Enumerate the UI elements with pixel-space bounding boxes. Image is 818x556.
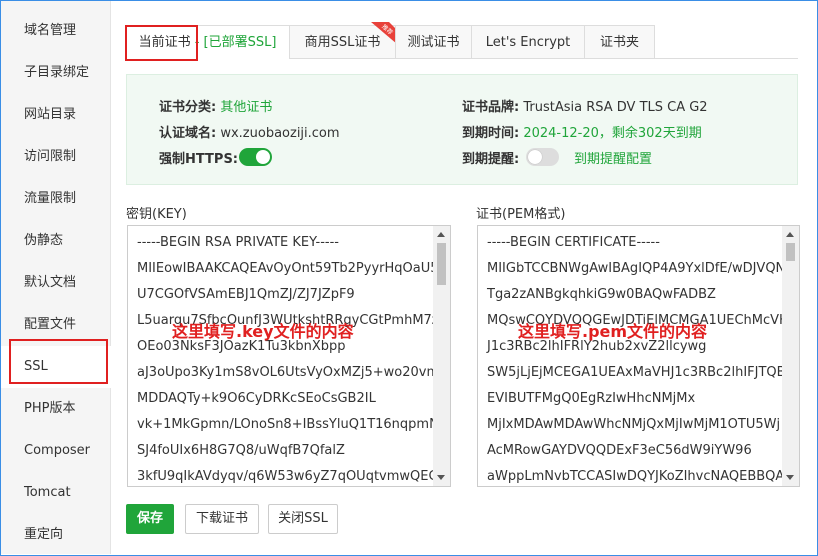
key-textarea[interactable]: -----BEGIN RSA PRIVATE KEY----- MIIEowIB… [127,225,451,487]
cert-instruction-note: 这里填写.pem文件的内容 [518,322,708,341]
sidebar-item-traffic-limit[interactable]: 流量限制 [1,178,110,220]
key-line: MDDAQTy+k9O6CyDRKcSEoCsGB2IL [137,391,376,406]
key-line: 3kfU9qIkAVdyqv/q6W53w6yZ7qOUqtvmwQEGi [137,469,443,484]
tab-current-status: [已部署SSL] [203,35,277,50]
cert-line: MjIxMDAwMDAwWhcNMjQxMjIwMjM1OTU5Wj [487,417,781,432]
cert-label: 证书(PEM格式) [476,207,566,222]
cert-line: aWppLmNvbTCCASIwDQYJKoZIhvcNAQEBBQAD [487,469,795,484]
sidebar-item-subdir[interactable]: 子目录绑定 [1,52,110,94]
sidebar-item-composer[interactable]: Composer [1,430,110,472]
cert-line: Tga2zANBgkqhkiG9w0BAQwFADBZ [487,287,716,302]
force-https-label: 强制HTTPS: [159,152,239,167]
key-scrollbar[interactable] [433,226,450,486]
download-cert-button[interactable]: 下载证书 [185,504,259,534]
expire-remind-row: 到期提醒: [462,148,519,167]
cert-brand-row: 证书品牌: TrustAsia RSA DV TLS CA G2 [462,96,708,115]
sidebar-item-php[interactable]: PHP版本 [1,388,110,430]
expire-remind-config-link[interactable]: 到期提醒配置 [574,148,652,167]
key-line: U7CGOfVSAmEBJ1QmZJ/ZJ7JZpF9 [137,287,355,302]
sidebar-item-site-dir[interactable]: 网站目录 [1,94,110,136]
sidebar-item-domain[interactable]: 域名管理 [1,10,110,52]
cert-type-row: 证书分类: 其他证书 [159,96,272,115]
cert-scrollbar[interactable] [782,226,799,486]
sidebar-item-redirect[interactable]: 重定向 [1,514,110,556]
cert-expire-row: 到期时间: 2024-12-20，剩余302天到期 [462,122,702,141]
recommend-badge-icon: 推荐 [371,22,397,44]
cert-brand-label: 证书品牌: [462,100,520,115]
sidebar-item-rewrite[interactable]: 伪静态 [1,220,110,262]
sidebar: 域名管理 子目录绑定 网站目录 访问限制 流量限制 伪静态 默认文档 配置文件 … [1,1,111,554]
close-ssl-button[interactable]: 关闭SSL [268,504,338,534]
cert-domain-label: 认证域名: [159,126,217,141]
scroll-up-icon[interactable] [786,232,794,237]
key-instruction-note: 这里填写.key文件的内容 [172,322,354,341]
cert-domain-value: wx.zuobaoziji.com [220,126,340,141]
cert-brand-value: TrustAsia RSA DV TLS CA G2 [523,100,708,115]
toggle-knob [256,150,270,164]
cert-line: EVIBUTFMgQ0EgRzIwHhcNMjMx [487,391,696,406]
cert-line: SW5jLjEjMCEGA1UEAxMaVHJ1c3RBc2lhIFJTQB [487,365,786,380]
current-cert-highlight-box [125,25,198,61]
cert-info-panel: 证书分类: 其他证书 证书品牌: TrustAsia RSA DV TLS CA… [126,74,798,185]
tab-test-cert[interactable]: 测试证书 [395,25,472,59]
scroll-down-icon[interactable] [786,475,794,480]
tab-commercial-ssl[interactable]: 商用SSL证书 推荐 [289,22,397,59]
scroll-thumb[interactable] [786,243,795,261]
cert-line: AcMRowGAYDVQQDExF3eC56dW9iYW96 [487,443,752,458]
force-https-row: 强制HTTPS: [159,148,238,167]
cert-type-value: 其他证书 [220,100,273,115]
cert-textarea[interactable]: -----BEGIN CERTIFICATE----- MIIGbTCCBNWg… [477,225,800,487]
sidebar-item-default-doc[interactable]: 默认文档 [1,262,110,304]
key-line: MIIEowIBAAKCAQEAvOyOnt59Tb2PyyrHqOaU5 [137,261,439,276]
key-line: -----BEGIN RSA PRIVATE KEY----- [137,235,339,250]
sidebar-item-access-limit[interactable]: 访问限制 [1,136,110,178]
tab-cert-folder[interactable]: 证书夹 [584,25,655,59]
scroll-up-icon[interactable] [437,232,445,237]
key-line: SJ4foUIx6H8G7Q8/uWqfB7QfalZ [137,443,345,458]
cert-line: MIIGbTCCBNWgAwIBAgIQP4A9YxlDfE/wDJVQN [487,261,786,276]
sidebar-item-tomcat[interactable]: Tomcat [1,472,110,514]
tab-letsencrypt[interactable]: Let's Encrypt [471,25,585,59]
toggle-knob [528,150,542,164]
scroll-down-icon[interactable] [437,475,445,480]
force-https-toggle[interactable] [239,148,272,166]
ssl-highlight-box [9,339,108,384]
cert-domain-row: 认证域名: wx.zuobaoziji.com [159,122,340,141]
expire-remind-label: 到期提醒: [462,152,520,167]
expire-remind-toggle[interactable] [526,148,559,166]
key-line: aJ3oUpo3Ky1mS8vOL6UtsVyOxMZj5+wo20vm [137,365,440,380]
cert-line: -----BEGIN CERTIFICATE----- [487,235,660,250]
save-button[interactable]: 保存 [126,504,174,534]
cert-type-label: 证书分类: [159,100,217,115]
cert-expire-label: 到期时间: [462,126,520,141]
key-line: vk+1MkGpmn/LOnoSn8+IBssYluQ1T16nqpmNX [137,417,448,432]
cert-expire-value: 2024-12-20，剩余302天到期 [523,126,702,141]
scroll-thumb[interactable] [437,243,446,285]
key-label: 密钥(KEY) [126,207,187,222]
